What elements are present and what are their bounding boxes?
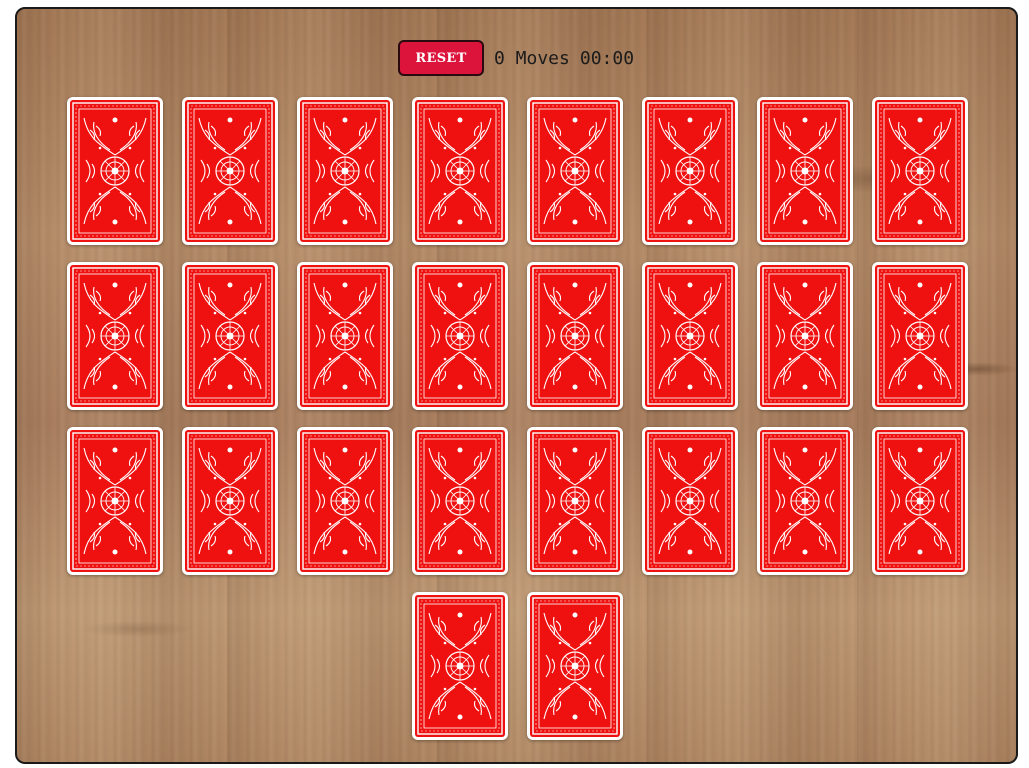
ornate-card-back-icon bbox=[300, 430, 390, 572]
ornate-card-back-icon bbox=[645, 100, 735, 242]
card[interactable] bbox=[642, 97, 738, 245]
card-grid bbox=[17, 9, 1016, 762]
ornate-card-back-icon bbox=[530, 100, 620, 242]
ornate-card-back-icon bbox=[760, 265, 850, 407]
ornate-card-back-icon bbox=[70, 430, 160, 572]
ornate-card-back-icon bbox=[70, 265, 160, 407]
card[interactable] bbox=[412, 262, 508, 410]
game-board: RESET 0 Moves 00:00 bbox=[15, 7, 1018, 764]
ornate-card-back-icon bbox=[530, 595, 620, 737]
card[interactable] bbox=[297, 97, 393, 245]
ornate-card-back-icon bbox=[185, 100, 275, 242]
card[interactable] bbox=[412, 97, 508, 245]
ornate-card-back-icon bbox=[875, 100, 965, 242]
card[interactable] bbox=[872, 262, 968, 410]
ornate-card-back-icon bbox=[530, 265, 620, 407]
card[interactable] bbox=[642, 427, 738, 575]
ornate-card-back-icon bbox=[185, 265, 275, 407]
ornate-card-back-icon bbox=[415, 430, 505, 572]
ornate-card-back-icon bbox=[415, 265, 505, 407]
card[interactable] bbox=[182, 97, 278, 245]
card[interactable] bbox=[182, 262, 278, 410]
ornate-card-back-icon bbox=[300, 265, 390, 407]
ornate-card-back-icon bbox=[645, 265, 735, 407]
card[interactable] bbox=[182, 427, 278, 575]
ornate-card-back-icon bbox=[760, 100, 850, 242]
card[interactable] bbox=[412, 427, 508, 575]
ornate-card-back-icon bbox=[875, 430, 965, 572]
card[interactable] bbox=[297, 262, 393, 410]
card[interactable] bbox=[67, 97, 163, 245]
ornate-card-back-icon bbox=[530, 430, 620, 572]
card[interactable] bbox=[527, 97, 623, 245]
ornate-card-back-icon bbox=[415, 595, 505, 737]
card[interactable] bbox=[872, 97, 968, 245]
ornate-card-back-icon bbox=[760, 430, 850, 572]
card[interactable] bbox=[757, 427, 853, 575]
ornate-card-back-icon bbox=[645, 430, 735, 572]
ornate-card-back-icon bbox=[875, 265, 965, 407]
card[interactable] bbox=[297, 427, 393, 575]
ornate-card-back-icon bbox=[415, 100, 505, 242]
card[interactable] bbox=[757, 262, 853, 410]
ornate-card-back-icon bbox=[70, 100, 160, 242]
card[interactable] bbox=[527, 262, 623, 410]
card[interactable] bbox=[67, 427, 163, 575]
card[interactable] bbox=[527, 427, 623, 575]
card[interactable] bbox=[872, 427, 968, 575]
card[interactable] bbox=[67, 262, 163, 410]
ornate-card-back-icon bbox=[300, 100, 390, 242]
ornate-card-back-icon bbox=[185, 430, 275, 572]
card[interactable] bbox=[527, 592, 623, 740]
card[interactable] bbox=[642, 262, 738, 410]
card[interactable] bbox=[757, 97, 853, 245]
card[interactable] bbox=[412, 592, 508, 740]
